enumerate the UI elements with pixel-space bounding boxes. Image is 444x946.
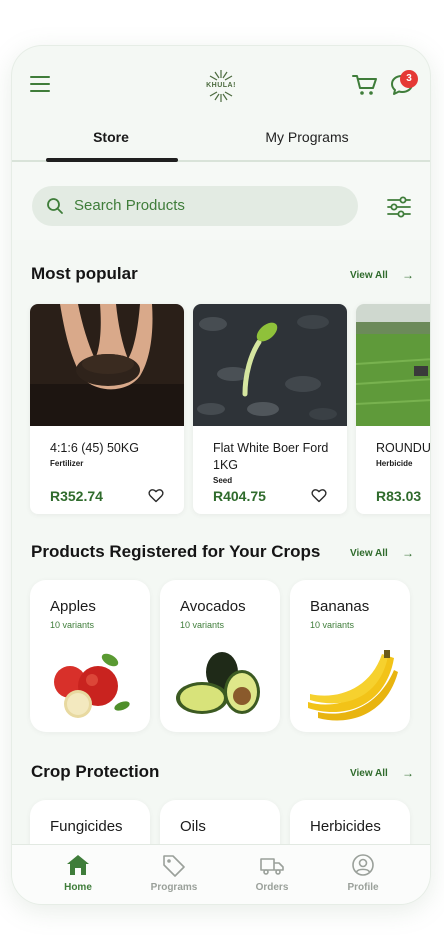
- product-name: Flat White Boer Ford 1KG: [213, 441, 329, 472]
- home-icon: [67, 855, 89, 875]
- khula-logo: KHULA!: [202, 68, 240, 104]
- avocados-image: [176, 652, 260, 714]
- arrow-right-icon[interactable]: →: [402, 268, 414, 282]
- nav-programs[interactable]: Programs: [134, 853, 214, 899]
- search-icon: [47, 198, 63, 214]
- crop-card-avocados[interactable]: Avocados 10 variants: [160, 580, 280, 732]
- category-card-fungicides[interactable]: Fungicides: [30, 800, 150, 844]
- product-price: R404.75: [213, 488, 266, 504]
- crop-name: Bananas: [310, 598, 370, 615]
- product-type: Fertilizer: [50, 459, 84, 468]
- crop-variants: 10 variants: [180, 620, 225, 630]
- product-card[interactable]: ROUNDU Herbicide R83.03: [356, 304, 430, 514]
- tab-store[interactable]: Store: [44, 122, 178, 152]
- crop-variants: 10 variants: [310, 620, 355, 630]
- product-card[interactable]: 4:1:6 (45) 50KG Fertilizer R352.74: [30, 304, 184, 514]
- product-price: R352.74: [50, 488, 103, 504]
- store-content[interactable]: Most popular View All → 4:1:6 (45) 50KG …: [12, 240, 430, 844]
- menu-icon[interactable]: [30, 76, 50, 92]
- crop-card-bananas[interactable]: Bananas 10 variants: [290, 580, 410, 732]
- most-popular-title: Most popular: [31, 264, 138, 283]
- nav-profile[interactable]: Profile: [323, 853, 403, 899]
- nav-label: Profile: [347, 882, 379, 893]
- profile-icon: [352, 854, 374, 876]
- product-price: R83.03: [376, 488, 422, 504]
- nav-label: Orders: [255, 882, 289, 893]
- nav-label: Home: [64, 882, 92, 893]
- product-image-seedling: [193, 304, 347, 426]
- search-input[interactable]: Search Products: [32, 186, 358, 226]
- nav-orders[interactable]: Orders: [232, 853, 312, 899]
- category-name: Oils: [180, 818, 206, 835]
- heart-icon[interactable]: [311, 488, 327, 503]
- bottom-nav: Home Programs Orders Profile: [12, 844, 430, 904]
- product-type: Seed: [213, 476, 233, 485]
- phone-frame: KHULA! 3 Store My Programs Search Produc…: [12, 46, 430, 904]
- arrow-right-icon[interactable]: →: [402, 766, 414, 780]
- crop-name: Apples: [50, 598, 96, 615]
- registered-crops-title: Products Registered for Your Crops: [31, 542, 321, 561]
- nav-label: Programs: [150, 882, 198, 893]
- category-card-oils[interactable]: Oils: [160, 800, 280, 844]
- heart-icon[interactable]: [148, 488, 164, 503]
- crop-protection-title: Crop Protection: [31, 762, 160, 781]
- crop-protection-view-all[interactable]: View All: [350, 768, 388, 779]
- product-card[interactable]: Flat White Boer Ford 1KG Seed R404.75: [193, 304, 347, 514]
- cart-icon[interactable]: [352, 74, 378, 96]
- search-row: Search Products: [12, 162, 430, 240]
- apples-image: [54, 653, 130, 718]
- top-bar: KHULA! 3: [12, 46, 430, 122]
- category-name: Fungicides: [50, 818, 123, 835]
- nav-home[interactable]: Home: [38, 853, 118, 899]
- search-placeholder: Search Products: [74, 197, 185, 214]
- registered-crops-view-all[interactable]: View All: [350, 548, 388, 559]
- product-name: ROUNDU: [376, 441, 430, 455]
- crop-variants: 10 variants: [50, 620, 95, 630]
- crop-card-apples[interactable]: Apples 10 variants: [30, 580, 150, 732]
- product-name: 4:1:6 (45) 50KG: [50, 441, 139, 455]
- crop-name: Avocados: [180, 598, 246, 615]
- tab-my-programs[interactable]: My Programs: [222, 122, 392, 152]
- logo-text: KHULA!: [206, 82, 236, 89]
- truck-icon: [260, 858, 284, 875]
- product-image-field: [356, 304, 430, 426]
- product-image-soil: [30, 304, 184, 426]
- filter-icon[interactable]: [386, 196, 412, 218]
- most-popular-view-all[interactable]: View All: [350, 270, 388, 281]
- tag-icon: [163, 855, 185, 877]
- notification-badge: 3: [400, 70, 418, 88]
- arrow-right-icon[interactable]: →: [402, 546, 414, 560]
- tab-bar: Store My Programs: [12, 114, 430, 162]
- category-name: Herbicides: [310, 818, 381, 835]
- bananas-image: [308, 650, 398, 721]
- product-type: Herbicide: [376, 459, 413, 468]
- category-card-herbicides[interactable]: Herbicides: [290, 800, 410, 844]
